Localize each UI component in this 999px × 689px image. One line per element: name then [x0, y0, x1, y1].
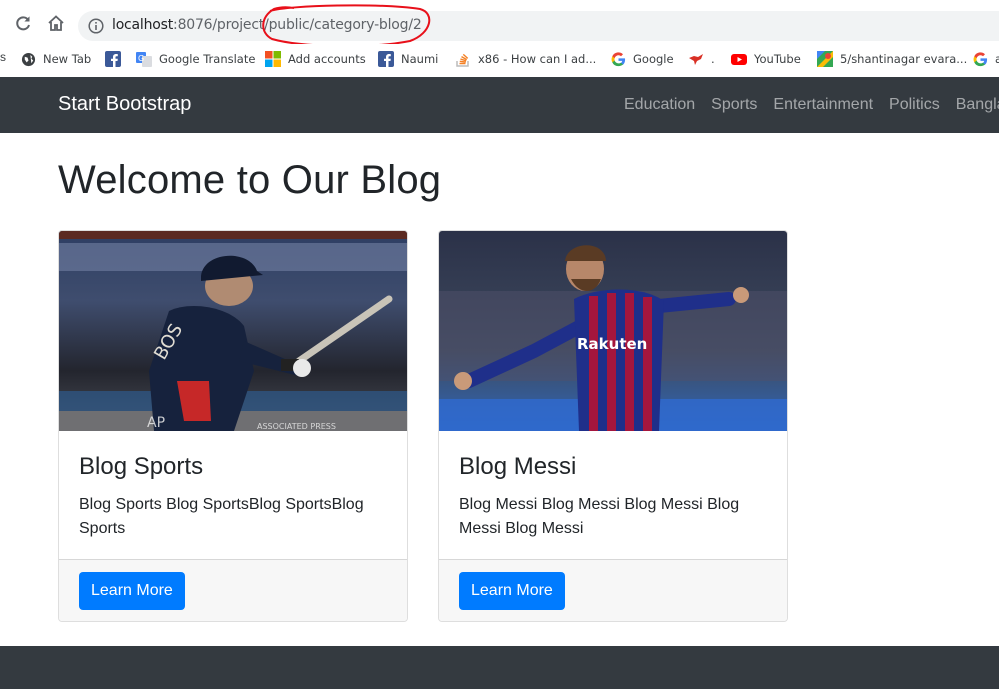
learn-more-button[interactable]: Learn More — [79, 572, 185, 610]
svg-text:G: G — [138, 54, 144, 63]
bookmark-fragment[interactable]: s — [0, 50, 6, 64]
microsoft-icon — [265, 51, 281, 67]
card-footer: Learn More — [439, 559, 787, 621]
card-title: Blog Sports — [79, 453, 204, 480]
nav-link-sports[interactable]: Sports — [711, 96, 757, 114]
stackoverflow-icon — [455, 51, 471, 67]
photo-watermark-ap: AP — [147, 415, 165, 431]
footballer-image: Rakuten — [439, 231, 787, 431]
url-host: localhost — [112, 17, 174, 33]
nav-link-bangla[interactable]: Bangla — [956, 96, 999, 114]
bookmark-google-translate-label[interactable]: G Google Translate — [136, 50, 255, 68]
site-footer — [0, 646, 999, 689]
blog-card: Rakuten Blog Messi Blog Messi Blog Messi… — [438, 230, 788, 622]
baseball-player-image: BOS AP ASSOCIATED PRESS — [59, 231, 407, 431]
card-text: Blog Messi Blog Messi Blog Messi Blog Me… — [459, 496, 740, 537]
learn-more-button[interactable]: Learn More — [459, 572, 565, 610]
bird-icon — [688, 51, 704, 67]
navbar-brand[interactable]: Start Bootstrap — [58, 93, 191, 116]
bookmark-google-2[interactable]: a — [972, 50, 999, 68]
bookmark-x86[interactable]: x86 - How can I ad... — [455, 50, 596, 68]
google-icon — [972, 51, 988, 67]
bookmark-google[interactable]: Google — [610, 50, 674, 68]
youtube-icon — [731, 51, 747, 67]
reload-icon[interactable] — [12, 12, 34, 34]
card-text: Blog Sports Blog SportsBlog SportsBlog S… — [79, 496, 364, 537]
bookmark-google-translate[interactable] — [105, 50, 128, 68]
nav-link-education[interactable]: Education — [624, 96, 695, 114]
card-body: Blog Sports Blog Sports Blog SportsBlog … — [59, 431, 407, 559]
photo-caption: ASSOCIATED PRESS — [257, 422, 336, 431]
site-navbar: Start Bootstrap Education Sports Enterta… — [0, 77, 999, 133]
facebook-icon — [378, 51, 394, 67]
nav-link-politics[interactable]: Politics — [889, 96, 940, 114]
info-icon[interactable] — [88, 18, 104, 34]
browser-toolbar: localhost:8076/project/public/category-b… — [0, 0, 999, 48]
red-circle-annotation — [262, 4, 431, 48]
bookmark-youtube[interactable]: YouTube — [731, 50, 801, 68]
shirt-sponsor-text: Rakuten — [577, 335, 647, 353]
bookmark-maps[interactable]: 5/shantinagar evara... — [817, 50, 967, 68]
nav-link-entertainment[interactable]: Entertainment — [773, 96, 873, 114]
card-footer: Learn More — [59, 559, 407, 621]
bookmarks-bar: s New Tab G Google Translate Add account… — [0, 44, 999, 74]
google-translate-icon: G — [136, 51, 152, 67]
globe-icon — [20, 51, 36, 67]
card-body: Blog Messi Blog Messi Blog Messi Blog Me… — [439, 431, 787, 559]
blog-card: BOS AP ASSOCIATED PRESS Blog Sports Blog… — [58, 230, 408, 622]
google-icon — [610, 51, 626, 67]
bookmark-dot[interactable]: . — [688, 50, 715, 68]
nav-links: Education Sports Entertainment Politics … — [624, 96, 999, 114]
home-icon[interactable] — [45, 12, 67, 34]
bookmark-new-tab[interactable]: New Tab — [20, 50, 91, 68]
maps-icon — [817, 51, 833, 67]
bookmark-naumi[interactable]: Naumi — [378, 50, 438, 68]
bookmark-add-accounts[interactable]: Add accounts — [265, 50, 366, 68]
facebook-icon — [105, 51, 121, 67]
page-title: Welcome to Our Blog — [58, 158, 442, 202]
card-title: Blog Messi — [459, 453, 577, 480]
address-bar[interactable]: localhost:8076/project/public/category-b… — [78, 11, 999, 41]
